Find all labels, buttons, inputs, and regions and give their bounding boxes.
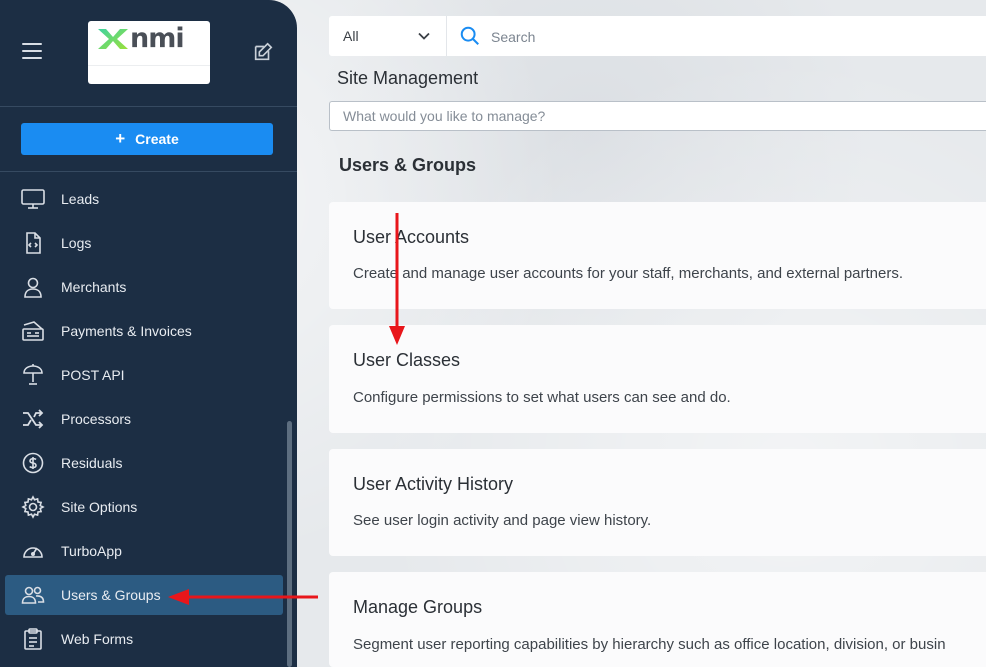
sidebar-item-processors[interactable]: Processors	[5, 399, 283, 439]
card-user-activity-history[interactable]: User Activity History See user login act…	[329, 449, 986, 556]
sidebar-item-residuals[interactable]: Residuals	[5, 443, 283, 483]
sidebar: nmi + Create Leads Logs Merchants Paymen	[0, 0, 297, 667]
card-description: Create and manage user accounts for your…	[353, 265, 904, 282]
sidebar-item-users-groups[interactable]: Users & Groups	[5, 575, 283, 615]
speedometer-icon	[23, 547, 43, 558]
edit-icon[interactable]	[252, 41, 274, 63]
person-icon	[24, 277, 42, 298]
code-file-icon	[26, 232, 41, 254]
sidebar-item-merchants[interactable]: Merchants	[5, 267, 283, 307]
sidebar-item-logs[interactable]: Logs	[5, 223, 283, 263]
card-title: User Accounts	[353, 227, 470, 247]
card-description: Configure permissions to set what users …	[353, 389, 731, 406]
search-scope-select[interactable]: All	[329, 16, 447, 56]
invoice-icon	[22, 321, 44, 341]
sidebar-divider	[0, 171, 297, 172]
card-title: User Classes	[353, 350, 461, 370]
sidebar-item-leads[interactable]: Leads	[5, 179, 283, 219]
card-description: Segment user reporting capabilities by h…	[353, 636, 946, 653]
card-title: Manage Groups	[353, 597, 483, 617]
sidebar-item-label: Payments & Invoices	[61, 323, 192, 339]
sidebar-item-label: Users & Groups	[61, 587, 161, 603]
sidebar-item-post-api[interactable]: POST API	[5, 355, 283, 395]
card-user-accounts[interactable]: User Accounts Create and manage user acc…	[329, 202, 986, 309]
monitor-icon	[21, 189, 45, 209]
gear-icon	[21, 495, 45, 519]
nmi-logo-mark-icon	[98, 29, 128, 49]
plus-icon: +	[115, 129, 126, 148]
logo-text: nmi	[130, 23, 185, 54]
card-title: User Activity History	[353, 474, 514, 494]
card-description: See user login activity and page view hi…	[353, 512, 652, 529]
card-manage-groups[interactable]: Manage Groups Segment user reporting cap…	[329, 572, 986, 667]
page-title: Site Management	[337, 68, 479, 88]
sidebar-item-label: Processors	[61, 411, 132, 427]
menu-icon[interactable]	[22, 43, 42, 61]
create-button[interactable]: + Create	[21, 123, 273, 155]
users-icon	[21, 586, 45, 604]
sidebar-item-label: TurboApp	[61, 543, 122, 559]
clipboard-icon	[24, 628, 42, 650]
sidebar-item-label: Leads	[61, 191, 100, 207]
sidebar-item-payments-invoices[interactable]: Payments & Invoices	[5, 311, 283, 351]
shuffle-icon	[23, 409, 44, 429]
search-scope-value: All	[343, 28, 359, 44]
sidebar-item-label: POST API	[61, 367, 125, 383]
manage-filter-input[interactable]	[329, 101, 986, 131]
search-icon	[460, 26, 479, 45]
global-search-bar: All	[329, 16, 986, 58]
logo: nmi	[88, 21, 210, 84]
sidebar-item-web-forms[interactable]: Web Forms	[5, 619, 283, 659]
chevron-down-icon	[418, 32, 430, 40]
create-button-label: Create	[135, 131, 179, 147]
sidebar-item-label: Merchants	[61, 279, 127, 295]
sidebar-item-label: Web Forms	[61, 631, 134, 647]
sidebar-item-turboapp[interactable]: TurboApp	[5, 531, 283, 571]
section-title: Users & Groups	[339, 155, 477, 175]
sidebar-item-site-options[interactable]: Site Options	[5, 487, 283, 527]
dollar-circle-icon	[22, 452, 44, 474]
search-input[interactable]	[489, 16, 983, 58]
sidebar-item-label: Site Options	[61, 499, 138, 515]
sidebar-divider	[0, 106, 297, 107]
card-user-classes[interactable]: User Classes Configure permissions to se…	[329, 325, 986, 433]
satellite-icon	[23, 364, 43, 385]
sidebar-item-label: Residuals	[61, 455, 123, 471]
sidebar-scrollbar[interactable]	[287, 421, 292, 667]
sidebar-item-label: Logs	[61, 235, 92, 251]
